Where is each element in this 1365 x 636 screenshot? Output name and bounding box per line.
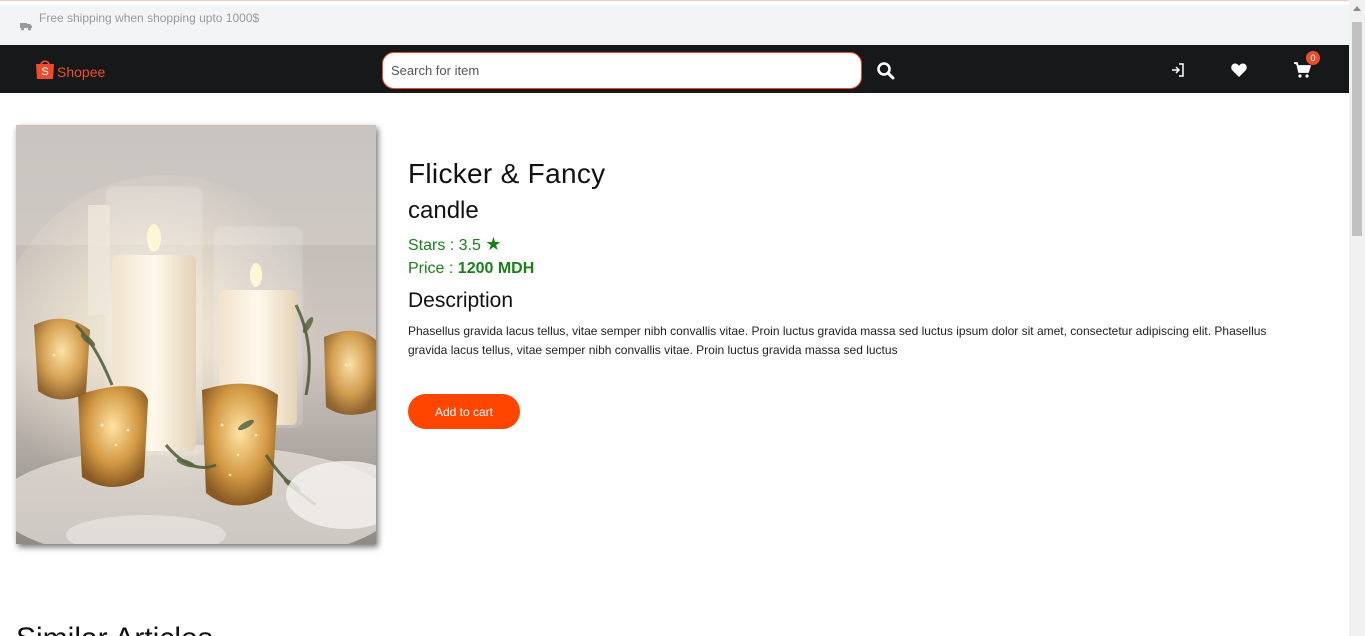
heart-icon[interactable] xyxy=(1230,61,1248,79)
description-text: Phasellus gravida lacus tellus, vitae se… xyxy=(408,324,1267,357)
brand-logo[interactable]: S Shopee xyxy=(35,56,105,82)
announcement-text: Free shipping when shopping upto 1000$ xyxy=(39,11,260,25)
truck-icon xyxy=(20,23,32,31)
product-details: Flicker & Fancy candle Stars : 3.5 ★ Pri… xyxy=(408,155,1328,360)
cart-count-badge: 0 xyxy=(1306,51,1320,65)
price-value: 1200 MDH xyxy=(457,260,535,277)
scroll-up-arrow-icon[interactable] xyxy=(1353,6,1361,11)
product-title: Flicker & Fancy xyxy=(408,158,606,189)
search-icon[interactable] xyxy=(876,61,896,81)
announcement-bar: Free shipping when shopping upto 1000$ xyxy=(0,5,1349,45)
product-subtitle: candle xyxy=(408,197,479,224)
product-price: Price : 1200 MDH xyxy=(408,257,1328,281)
scrollbar-thumb[interactable] xyxy=(1352,22,1362,236)
product-page: Free shipping when shopping upto 1000$ S… xyxy=(0,0,1365,636)
brand-name: Shopee xyxy=(57,64,106,80)
vertical-scrollbar[interactable] xyxy=(1349,0,1365,636)
shopping-bag-icon: S xyxy=(36,60,54,79)
product-rating: Stars : 3.5 ★ xyxy=(408,233,1328,257)
product-image xyxy=(16,125,376,544)
svg-text:S: S xyxy=(41,66,48,78)
star-icon: ★ xyxy=(485,234,502,254)
search-input[interactable] xyxy=(382,52,862,89)
similar-articles-heading: Similar Articles xyxy=(16,622,213,636)
rating-label: Stars : 3.5 xyxy=(408,237,481,254)
navbar: S Shopee 0 xyxy=(0,45,1349,93)
sign-in-icon[interactable] xyxy=(1169,61,1187,79)
price-label: Price : xyxy=(408,260,458,277)
description-heading: Description xyxy=(408,289,514,312)
candles-photo xyxy=(16,125,376,544)
add-to-cart-button[interactable]: Add to cart xyxy=(408,394,520,429)
